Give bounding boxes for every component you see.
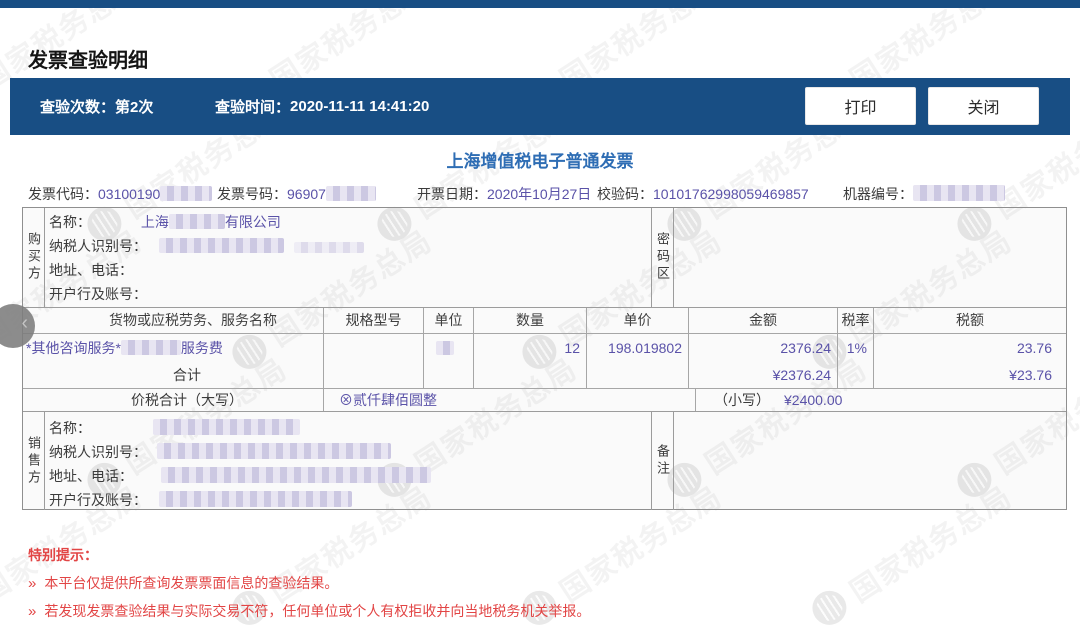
col-header-unit: 单位 — [424, 308, 474, 334]
page-title: 发票查验明细 — [28, 44, 148, 73]
buyer-name-row: 名称： 上海有限公司 — [49, 210, 636, 234]
verification-count: 查验次数： 第2次 — [40, 78, 153, 135]
time-label: 查验时间： — [215, 96, 290, 117]
total-tax: ¥23.76 — [874, 363, 1066, 388]
seller-taxid-row: 纳税人识别号： — [49, 440, 636, 464]
redacted-buyer-name — [169, 214, 225, 229]
invoice-title: 上海增值税电子普通发票 — [10, 147, 1070, 172]
item-qty: 12 — [474, 334, 587, 363]
buyer-address-row: 地址、电话： — [49, 258, 636, 282]
close-button[interactable]: 关闭 — [928, 87, 1039, 125]
redacted-invoice-code — [160, 186, 212, 201]
buyer-bank-row: 开户行及账号： — [49, 282, 636, 306]
machine-number: 机器编号： — [843, 184, 1005, 204]
item-tax: 23.76 — [874, 334, 1066, 363]
buyer-name-value: 上海有限公司 — [141, 214, 281, 230]
total-price-cell — [587, 363, 689, 388]
redacted-buyer-taxid — [159, 238, 284, 253]
redacted-item-unit — [436, 341, 454, 355]
total-taxrate-cell — [838, 363, 874, 388]
total-qty-cell — [474, 363, 587, 388]
buyer-taxid-row: 纳税人识别号： — [49, 234, 636, 258]
remark-label: 备注 — [651, 412, 674, 510]
invoice-code: 发票代码：03100190 — [28, 184, 212, 204]
item-taxrate: 1% — [838, 334, 874, 363]
redacted-item-name — [121, 340, 181, 355]
invoice-checksum: 校验码：10101762998059469857 — [597, 184, 809, 204]
seller-address-row: 地址、电话： — [49, 464, 636, 488]
redacted-seller-name — [153, 419, 300, 435]
col-header-tax: 税额 — [874, 308, 1066, 334]
redacted-invoice-number — [326, 186, 376, 201]
redacted-buyer-taxid-2 — [294, 242, 364, 253]
count-value: 第2次 — [115, 96, 153, 117]
verification-time: 查验时间： 2020-11-11 14:41:20 — [215, 78, 429, 135]
item-price: 198.019802 — [587, 334, 689, 363]
total-unit-cell — [424, 363, 474, 388]
time-value: 2020-11-11 14:41:20 — [290, 98, 429, 115]
seller-name-row: 名称： — [49, 416, 636, 440]
summary-row: 价税合计（大写） ⊗贰仟肆佰圆整 （小写） ¥2400.00 — [23, 388, 1066, 412]
invoice-number: 发票号码：96907 — [217, 184, 376, 204]
goods-table: 货物或应税劳务、服务名称 规格型号 单位 数量 单价 金额 税率 税额 *其他咨… — [23, 308, 1066, 388]
total-spec-cell — [324, 363, 424, 388]
notice-title: 特别提示： — [28, 545, 98, 565]
col-header-price: 单价 — [587, 308, 689, 334]
notice-item-2: »若发现发票查验结果与实际交易不符，任何单位或个人有权拒收并向当地税务机关举报。 — [28, 601, 590, 621]
invoice-date: 开票日期：2020年10月27日 — [417, 184, 591, 204]
seller-section: 销售方 名称： 纳税人识别号： 地址、电话： 开户行及账号： — [23, 412, 1066, 510]
bullet-icon: » — [28, 603, 36, 620]
count-label: 查验次数： — [40, 96, 115, 117]
item-spec — [324, 334, 424, 363]
col-header-qty: 数量 — [474, 308, 587, 334]
col-header-name: 货物或应税劳务、服务名称 — [23, 308, 324, 334]
amount-in-words-label: 价税合计（大写） — [23, 389, 324, 411]
top-bar — [0, 0, 1080, 8]
password-area — [675, 208, 1066, 307]
total-amount: ¥2376.24 — [689, 363, 838, 388]
print-button[interactable]: 打印 — [805, 87, 916, 125]
item-unit — [424, 334, 474, 363]
verification-toolbar: 查验次数： 第2次 查验时间： 2020-11-11 14:41:20 打印 关… — [10, 78, 1070, 135]
item-name: *其他咨询服务*服务费 — [23, 334, 324, 363]
invoice-table: 购买方 名称： 上海有限公司 纳税人识别号： 地址、电话： 开户行及 — [22, 207, 1067, 510]
total-label: 合计 — [23, 363, 324, 388]
remark-area — [675, 412, 1066, 510]
redacted-seller-bank — [159, 491, 352, 507]
seller-side-label: 销售方 — [23, 412, 45, 510]
invoice-info-row: 发票代码：03100190 发票号码：96907 开票日期：2020年10月27… — [28, 184, 1068, 202]
seller-bank-row: 开户行及账号： — [49, 488, 636, 512]
col-header-taxrate: 税率 — [838, 308, 874, 334]
buyer-section: 购买方 名称： 上海有限公司 纳税人识别号： 地址、电话： 开户行及 — [23, 208, 1066, 308]
col-header-spec: 规格型号 — [324, 308, 424, 334]
amount-in-figures: （小写） ¥2400.00 — [696, 389, 1066, 411]
notice-item-1: »本平台仅提供所查询发票票面信息的查验结果。 — [28, 573, 338, 593]
password-area-label: 密码区 — [651, 208, 674, 307]
amount-in-words-value: ⊗贰仟肆佰圆整 — [324, 389, 696, 411]
redacted-machine-number — [913, 185, 1005, 201]
redacted-seller-taxid — [157, 443, 391, 459]
bullet-icon: » — [28, 575, 36, 592]
buyer-side-label: 购买方 — [23, 208, 45, 307]
redacted-seller-address — [161, 467, 431, 483]
item-amount: 2376.24 — [689, 334, 838, 363]
chevron-left-icon: ‹ — [21, 312, 28, 335]
col-header-amount: 金额 — [689, 308, 838, 334]
